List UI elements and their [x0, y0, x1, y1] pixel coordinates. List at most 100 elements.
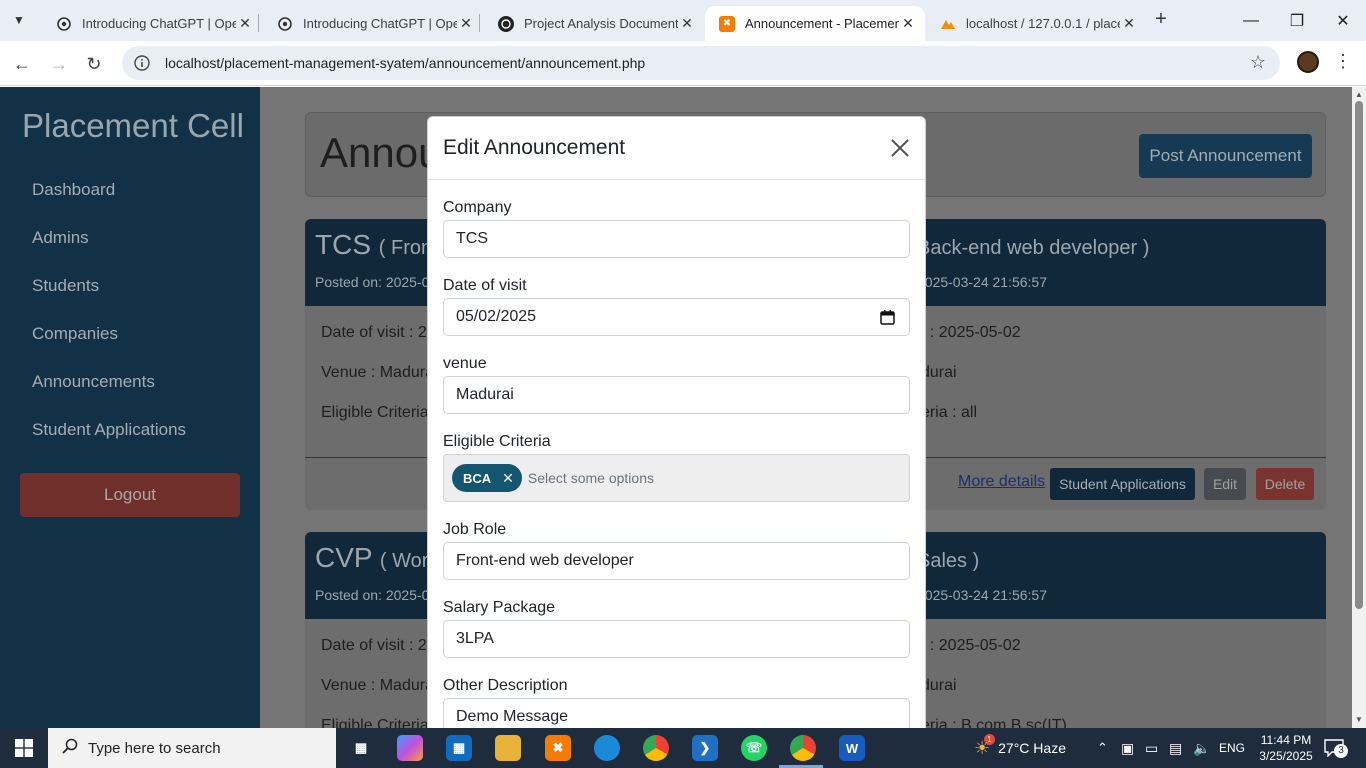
- address-bar[interactable]: localhost/placement-management-syatem/an…: [122, 46, 1280, 80]
- tab-announcement[interactable]: ✖ Announcement - Placement ✕: [705, 6, 925, 41]
- tab-strip: ▼ Introducing ChatGPT | OpenAI ✕ Introdu…: [0, 0, 1366, 41]
- eligible-criteria-right: eria : B.com,B.sc(IT): [921, 717, 1067, 728]
- company-name: CVP: [315, 542, 373, 573]
- other-description-label: Other Description: [443, 677, 568, 694]
- tab-phpmyadmin[interactable]: localhost / 127.0.0.1 / placement ✕: [926, 6, 1146, 41]
- delete-button[interactable]: Delete: [1256, 468, 1314, 500]
- weather-icon: ☀ 1: [974, 733, 995, 759]
- sidebar-item-companies[interactable]: Companies: [32, 324, 118, 344]
- bookmark-star-icon[interactable]: ☆: [1250, 52, 1266, 73]
- tab-chatgpt-1[interactable]: Introducing ChatGPT | OpenAI ✕: [42, 6, 262, 41]
- meet-now-icon[interactable]: ▣: [1121, 728, 1134, 768]
- eligible-criteria-right: eria : all: [921, 404, 978, 421]
- chrome-profile-icon[interactable]: [790, 735, 816, 761]
- notification-count: 3: [1334, 744, 1348, 758]
- vscode-icon[interactable]: ❯: [692, 735, 718, 761]
- network-icon[interactable]: ▤: [1169, 728, 1182, 768]
- notifications-icon[interactable]: 3: [1324, 728, 1348, 768]
- taskbar: Type here to search ▦ ▦ ✖ ❯ ☏ W ☀ 1 27°C…: [0, 728, 1366, 768]
- file-explorer-icon[interactable]: [495, 735, 521, 761]
- company-name: TCS: [315, 229, 371, 260]
- sidebar-item-dashboard[interactable]: Dashboard: [32, 180, 115, 200]
- tab-project-analysis[interactable]: Project Analysis Documentation ✕: [484, 6, 704, 41]
- xampp-icon[interactable]: ✖: [545, 735, 571, 761]
- scroll-down-icon[interactable]: ▼: [1355, 715, 1363, 724]
- close-icon[interactable]: ✕: [678, 15, 696, 32]
- minimize-icon[interactable]: —: [1228, 0, 1274, 41]
- copilot-icon[interactable]: [397, 735, 423, 761]
- microsoft-store-icon[interactable]: ▦: [446, 735, 472, 761]
- more-details-link[interactable]: More details: [958, 473, 1045, 491]
- show-hidden-icons[interactable]: ⌃: [1097, 728, 1108, 768]
- date-of-visit-field[interactable]: 05/02/2025: [443, 298, 910, 336]
- job-role-label: Job Role: [443, 521, 507, 538]
- close-icon[interactable]: ✕: [1120, 15, 1138, 32]
- whatsapp-icon[interactable]: ☏: [741, 735, 767, 761]
- remove-chip-icon[interactable]: ✕: [502, 470, 514, 487]
- tab-title: localhost / 127.0.0.1 / placement: [966, 16, 1120, 31]
- battery-icon[interactable]: ▭: [1145, 728, 1158, 768]
- logout-button[interactable]: Logout: [20, 473, 240, 517]
- menu-kebab-icon[interactable]: ⋮: [1334, 51, 1352, 72]
- taskbar-search[interactable]: Type here to search: [48, 728, 336, 768]
- close-icon[interactable]: ✕: [899, 15, 917, 32]
- close-icon[interactable]: [889, 137, 911, 159]
- tab-title: Project Analysis Documentation: [524, 16, 678, 31]
- volume-icon[interactable]: 🔈: [1193, 728, 1210, 768]
- close-window-icon[interactable]: ✕: [1320, 0, 1366, 41]
- sidebar-item-student-applications[interactable]: Student Applications: [32, 420, 186, 440]
- posted-on-right: 2025-03-24 21:56:57: [917, 587, 1047, 603]
- reload-icon[interactable]: ↻: [80, 50, 108, 78]
- edit-announcement-modal: Edit Announcement Company TCS Date of vi…: [427, 116, 926, 728]
- chrome-icon[interactable]: [643, 735, 669, 761]
- back-icon[interactable]: ←: [8, 50, 36, 78]
- posted-on-right: 2025-03-24 21:56:57: [917, 274, 1047, 290]
- student-applications-button[interactable]: Student Applications: [1050, 468, 1195, 500]
- brand-title: Placement Cell: [22, 107, 244, 144]
- edge-icon[interactable]: [594, 735, 620, 761]
- venue-label: venue: [443, 355, 487, 372]
- profile-avatar[interactable]: [1297, 51, 1319, 73]
- job-role-right: Back-end web developer ): [917, 237, 1150, 259]
- modal-title: Edit Announcement: [443, 136, 626, 159]
- venue-right: durai: [921, 364, 957, 381]
- restore-icon[interactable]: ❐: [1274, 0, 1320, 41]
- chatgpt-icon: [498, 15, 514, 32]
- weather-widget[interactable]: ☀ 1 27°C Haze: [974, 728, 1066, 768]
- windows-start-icon[interactable]: [0, 728, 48, 768]
- clock-time: 11:44 PM: [1260, 733, 1312, 747]
- tab-search-chevron-icon[interactable]: ▼: [6, 8, 32, 32]
- search-icon: [62, 738, 78, 758]
- task-view-icon[interactable]: ▦: [348, 735, 374, 761]
- tab-divider: [479, 14, 480, 32]
- site-info-icon[interactable]: [134, 55, 150, 71]
- venue-field[interactable]: Madurai: [443, 376, 910, 414]
- post-announcement-button[interactable]: Post Announcement: [1139, 134, 1312, 178]
- salary-package-field[interactable]: 3LPA: [443, 620, 910, 658]
- date-of-visit-right: t : 2025-05-02: [921, 324, 1021, 341]
- language-indicator[interactable]: ENG: [1219, 728, 1245, 768]
- sidebar-item-admins[interactable]: Admins: [32, 228, 89, 248]
- word-icon[interactable]: W: [839, 735, 865, 761]
- calendar-icon[interactable]: [880, 310, 895, 325]
- card-company: CVP ( Work: [315, 542, 438, 574]
- company-field[interactable]: TCS: [443, 220, 910, 258]
- sidebar-item-students[interactable]: Students: [32, 276, 99, 296]
- new-tab-icon[interactable]: +: [1150, 8, 1172, 32]
- scroll-up-icon[interactable]: ▲: [1355, 90, 1363, 99]
- criteria-chip: BCA ✕: [452, 464, 522, 492]
- sidebar-item-announcements[interactable]: Announcements: [32, 372, 155, 392]
- tab-chatgpt-2[interactable]: Introducing ChatGPT | OpenAI ✕: [263, 6, 483, 41]
- clock[interactable]: 11:44 PM 3/25/2025: [1250, 732, 1322, 764]
- scroll-thumb[interactable]: [1355, 101, 1363, 609]
- weather-text: 27°C Haze: [998, 740, 1066, 756]
- job-role-field[interactable]: Front-end web developer: [443, 542, 910, 580]
- other-description-field[interactable]: Demo Message: [443, 698, 910, 728]
- page-scrollbar[interactable]: ▲ ▼: [1352, 87, 1366, 728]
- forward-icon[interactable]: →: [45, 50, 73, 78]
- close-icon[interactable]: ✕: [457, 15, 475, 32]
- close-icon[interactable]: ✕: [236, 15, 254, 32]
- edit-button[interactable]: Edit: [1204, 468, 1246, 500]
- tab-divider: [258, 14, 259, 32]
- eligible-criteria-select[interactable]: BCA ✕ Select some options: [443, 454, 910, 502]
